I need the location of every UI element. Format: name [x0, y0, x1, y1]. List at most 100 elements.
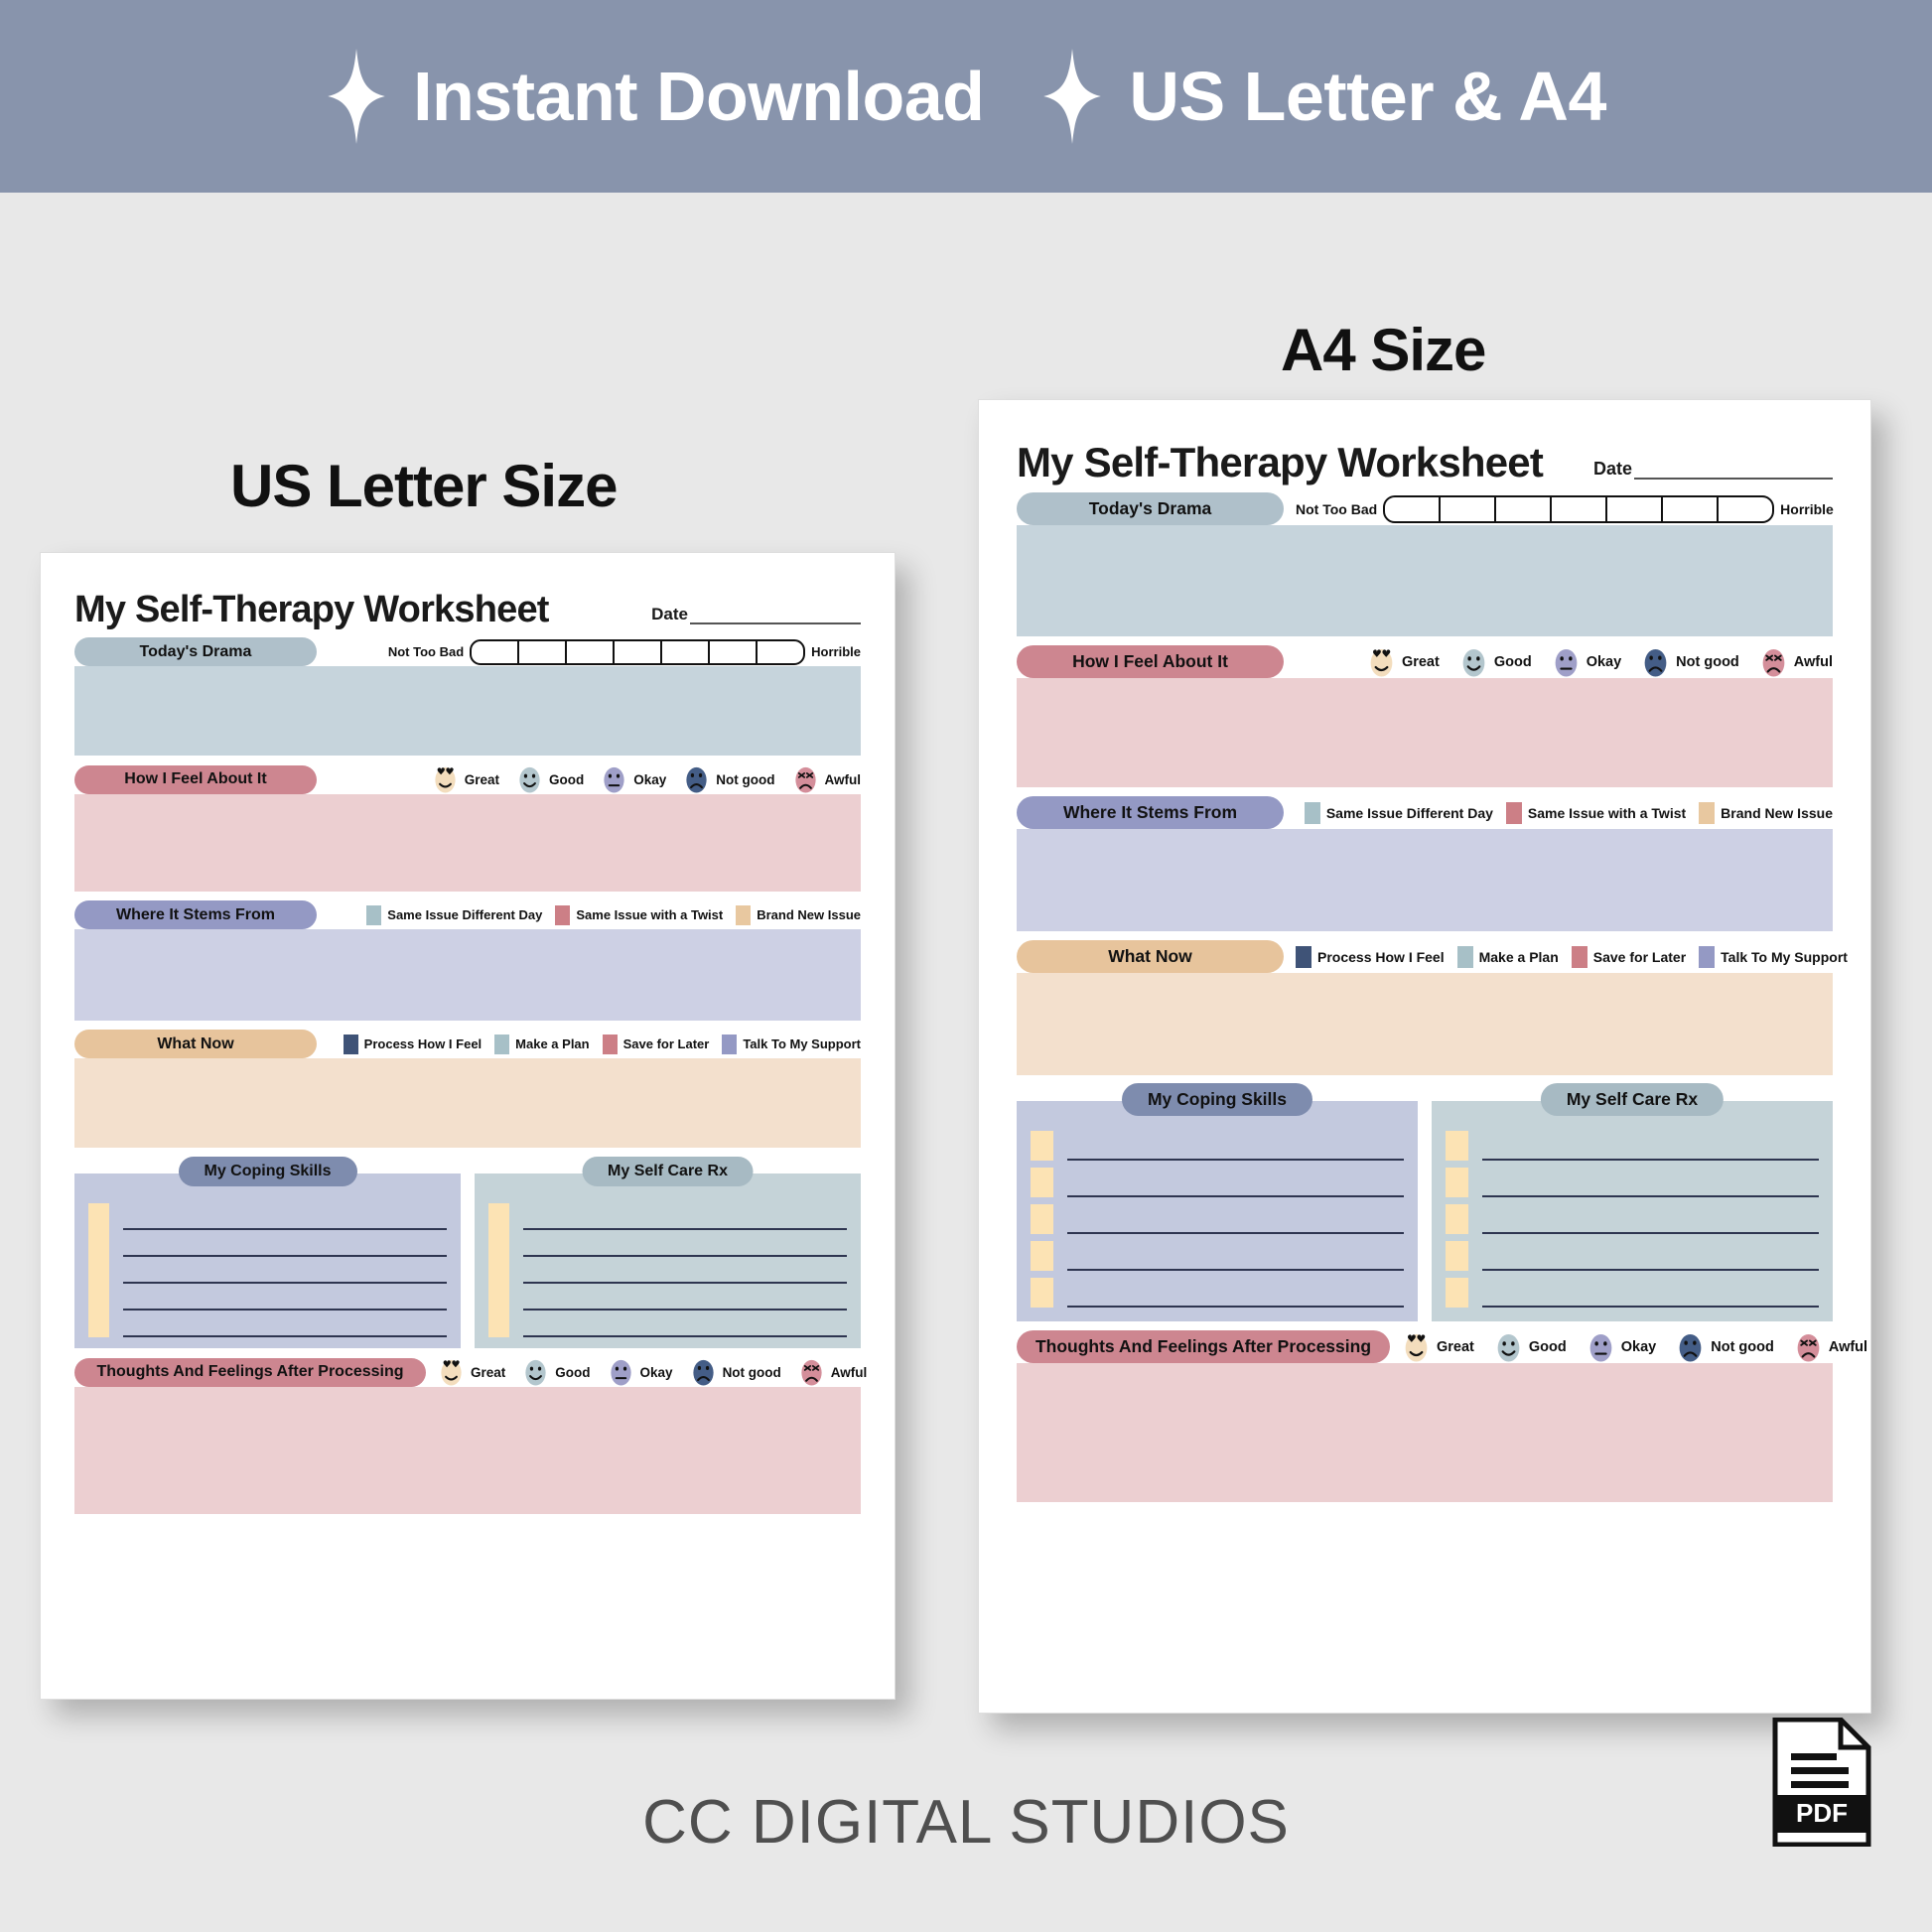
list-item[interactable] — [488, 1203, 847, 1230]
mood-option-good[interactable]: Good — [522, 1357, 591, 1387]
write-line[interactable] — [123, 1209, 447, 1230]
legend-item[interactable]: Same Issue Different Day — [366, 904, 542, 925]
scale-bar[interactable] — [1383, 494, 1775, 523]
date-field[interactable]: Date — [651, 605, 861, 628]
legend-item[interactable]: Brand New Issue — [736, 904, 861, 925]
writing-area-where-it-stems-from[interactable] — [74, 929, 861, 1021]
checkbox[interactable] — [1031, 1278, 1053, 1308]
list-item[interactable] — [488, 1230, 847, 1257]
scale-segment[interactable] — [710, 640, 759, 663]
write-line[interactable] — [123, 1236, 447, 1257]
what-now-legend[interactable]: Process How I Feel Make a Plan Save for … — [343, 1034, 861, 1054]
list-item[interactable] — [1446, 1204, 1819, 1234]
write-line[interactable] — [523, 1316, 847, 1337]
writing-area-thoughts-after-processing[interactable] — [74, 1387, 861, 1514]
date-write-line[interactable] — [1634, 464, 1833, 480]
checkbox[interactable] — [1446, 1204, 1468, 1234]
mood-option-awful[interactable]: Awful — [798, 1357, 867, 1387]
date-write-line[interactable] — [690, 609, 861, 624]
scale-segment[interactable] — [1552, 496, 1608, 521]
writing-area-how-i-feel[interactable] — [1017, 678, 1833, 787]
legend-item[interactable]: Save for Later — [1571, 945, 1686, 968]
mood-option-good[interactable]: Good — [1494, 1331, 1567, 1363]
list-item[interactable] — [488, 1257, 847, 1284]
list-item[interactable] — [488, 1284, 847, 1311]
checkbox[interactable] — [1031, 1168, 1053, 1197]
list-item[interactable] — [88, 1230, 447, 1257]
scale-bar[interactable] — [470, 638, 806, 665]
checkbox[interactable] — [1031, 1131, 1053, 1161]
scale-segment[interactable] — [758, 641, 803, 663]
mood-option-not-good[interactable]: Not good — [683, 764, 775, 794]
checkbox[interactable] — [1446, 1241, 1468, 1271]
checkbox[interactable] — [488, 1257, 509, 1284]
what-now-legend[interactable]: Process How I Feel Make a Plan Save for … — [1296, 945, 1848, 968]
scale-segment[interactable] — [1663, 496, 1720, 521]
mood-option-great[interactable]: Great — [1367, 646, 1440, 678]
scale-segment[interactable] — [662, 640, 711, 663]
mood-option-awful[interactable]: Awful — [1759, 646, 1833, 678]
write-line[interactable] — [1067, 1287, 1404, 1308]
write-line[interactable] — [123, 1290, 447, 1311]
drama-intensity-scale[interactable]: Not Too Bad Horrible — [388, 638, 861, 665]
list-item[interactable] — [1446, 1278, 1819, 1308]
mood-option-awful[interactable]: Awful — [1794, 1331, 1867, 1363]
legend-item[interactable]: Talk To My Support — [722, 1034, 861, 1054]
checkbox[interactable] — [1446, 1131, 1468, 1161]
writing-area-where-it-stems-from[interactable] — [1017, 829, 1833, 931]
checkbox[interactable] — [1446, 1278, 1468, 1308]
checkbox[interactable] — [1446, 1168, 1468, 1197]
legend-item[interactable]: Same Issue with a Twist — [555, 904, 723, 925]
checkbox[interactable] — [88, 1257, 109, 1284]
legend-item[interactable]: Brand New Issue — [1699, 801, 1833, 824]
mood-option-great[interactable]: Great — [1402, 1331, 1474, 1363]
mood-option-okay[interactable]: Okay — [1587, 1331, 1656, 1363]
list-item[interactable] — [1446, 1168, 1819, 1197]
write-line[interactable] — [123, 1316, 447, 1337]
drama-intensity-scale[interactable]: Not Too Bad Horrible — [1296, 494, 1834, 523]
write-line[interactable] — [523, 1263, 847, 1284]
write-line[interactable] — [1067, 1140, 1404, 1161]
checkbox[interactable] — [488, 1311, 509, 1337]
mood-selector-after[interactable]: Great Good Okay Not good Awful — [1402, 1331, 1867, 1363]
mood-option-great[interactable]: Great — [432, 764, 499, 794]
list-item[interactable] — [1031, 1168, 1404, 1197]
self-care-list[interactable] — [1432, 1101, 1833, 1321]
mood-option-good[interactable]: Good — [1459, 646, 1532, 678]
date-field[interactable]: Date — [1593, 459, 1833, 483]
list-item[interactable] — [1031, 1131, 1404, 1161]
stems-legend[interactable]: Same Issue Different Day Same Issue with… — [1304, 801, 1833, 824]
legend-item[interactable]: Process How I Feel — [1296, 945, 1445, 968]
write-line[interactable] — [1482, 1140, 1819, 1161]
list-item[interactable] — [1446, 1131, 1819, 1161]
write-line[interactable] — [1482, 1250, 1819, 1271]
coping-skills-list[interactable] — [1017, 1101, 1418, 1321]
mood-option-okay[interactable]: Okay — [1552, 646, 1621, 678]
scale-segment[interactable] — [519, 640, 568, 663]
write-line[interactable] — [1067, 1213, 1404, 1234]
list-item[interactable] — [88, 1284, 447, 1311]
mood-selector-after[interactable]: Great Good Okay Not good Awful — [438, 1357, 867, 1387]
scale-segment[interactable] — [615, 640, 663, 663]
checkbox[interactable] — [88, 1311, 109, 1337]
list-item[interactable] — [1031, 1204, 1404, 1234]
write-line[interactable] — [1482, 1287, 1819, 1308]
mood-option-good[interactable]: Good — [516, 764, 584, 794]
checkbox[interactable] — [488, 1284, 509, 1311]
writing-area-what-now[interactable] — [74, 1058, 861, 1148]
mood-option-not-good[interactable]: Not good — [690, 1357, 781, 1387]
write-line[interactable] — [523, 1290, 847, 1311]
mood-selector[interactable]: Great Good Okay Not good Awful — [432, 764, 861, 794]
scale-segment[interactable] — [1385, 496, 1442, 521]
mood-option-okay[interactable]: Okay — [601, 764, 666, 794]
writing-area-thoughts-after-processing[interactable] — [1017, 1363, 1833, 1502]
write-line[interactable] — [523, 1209, 847, 1230]
list-item[interactable] — [1446, 1241, 1819, 1271]
legend-item[interactable]: Make a Plan — [494, 1034, 590, 1054]
scale-segment[interactable] — [1607, 496, 1664, 521]
writing-area-what-now[interactable] — [1017, 973, 1833, 1075]
scale-segment[interactable] — [1719, 497, 1772, 521]
legend-item[interactable]: Process How I Feel — [343, 1034, 482, 1054]
write-line[interactable] — [123, 1263, 447, 1284]
checkbox[interactable] — [1031, 1241, 1053, 1271]
